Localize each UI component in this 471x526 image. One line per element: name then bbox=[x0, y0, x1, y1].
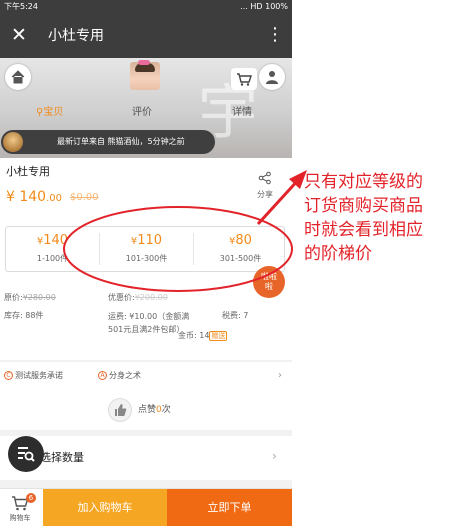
annotation-arrow-line bbox=[256, 176, 302, 226]
annotation-text: 只有对应等级的 订货商购买商品 时就会看到相应 的阶梯价 bbox=[304, 170, 471, 266]
annotation-line: 订货商购买商品 bbox=[304, 196, 423, 216]
annotation-line: 的阶梯价 bbox=[304, 244, 372, 264]
annotation-line: 只有对应等级的 bbox=[304, 172, 423, 192]
highlight-ellipse bbox=[63, 206, 293, 292]
annotation-line: 时就会看到相应 bbox=[304, 220, 423, 240]
